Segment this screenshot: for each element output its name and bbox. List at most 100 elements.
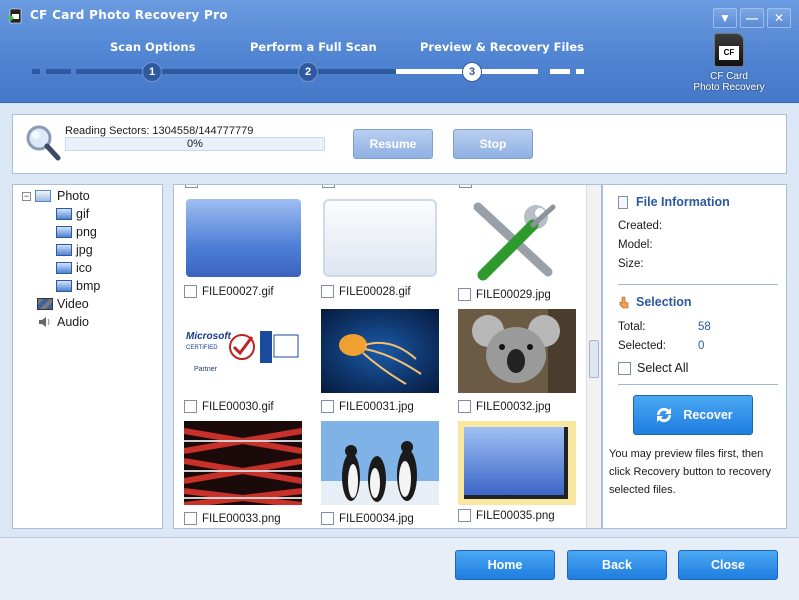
model-label: Model: — [618, 239, 653, 251]
close-window-button[interactable]: ✕ — [767, 8, 791, 28]
model-row: Model: — [618, 239, 653, 251]
file-name: FILE00035.png — [476, 509, 555, 522]
folder-icon — [35, 190, 51, 202]
file-name: FILE00034.jpg — [339, 512, 414, 525]
thumbnail-penguins[interactable] — [321, 421, 439, 505]
file-name: FILE00027.gif — [202, 285, 274, 298]
file-checkbox[interactable] — [184, 512, 197, 525]
file-preview-grid: FILE00027.gif FILE00028.gif FILE00029.jp… — [173, 184, 602, 529]
file-checkbox[interactable] — [321, 400, 334, 413]
file-item[interactable]: FILE00033.png — [183, 421, 303, 525]
thumbnail-tools[interactable] — [458, 197, 576, 281]
progress-track-segment — [576, 69, 584, 74]
selected-label: Selected: — [618, 340, 666, 352]
thumbnail-light-panel[interactable] — [321, 197, 439, 281]
resume-button[interactable]: Resume — [353, 129, 433, 159]
tree-label-png: png — [76, 225, 97, 239]
total-label: Total: — [618, 321, 646, 333]
recover-button[interactable]: Recover — [633, 395, 753, 435]
thumbnail-certification-logos[interactable]: Microsoft CERTIFIED Partner — [184, 309, 302, 393]
menu-dropdown-button[interactable]: ▼ — [713, 8, 737, 28]
tree-node-jpg[interactable]: jpg — [13, 241, 162, 259]
home-button[interactable]: Home — [455, 550, 555, 580]
checkbox[interactable] — [459, 185, 472, 188]
video-icon — [37, 298, 53, 310]
cf-card-label: CF — [719, 46, 739, 60]
file-type-tree: − Photo gif png jpg ico bmp Video Audio — [12, 184, 163, 529]
tree-node-bmp[interactable]: bmp — [13, 277, 162, 295]
progress-track-segment — [550, 69, 570, 74]
tree-node-video[interactable]: Video — [13, 295, 162, 313]
svg-text:Partner: Partner — [194, 366, 218, 373]
tree-label-audio: Audio — [57, 315, 89, 329]
tree-node-audio[interactable]: Audio — [13, 313, 162, 331]
file-checkbox[interactable] — [184, 400, 197, 413]
file-item[interactable]: FILE00034.jpg — [321, 421, 439, 525]
created-label: Created: — [618, 220, 663, 232]
logo-line-2: Photo Recovery — [693, 82, 765, 93]
svg-text:Microsoft: Microsoft — [186, 331, 232, 342]
file-item[interactable]: FILE00027.gif — [184, 197, 302, 298]
step-3-indicator: 3 — [462, 62, 482, 82]
thumbnail-blue-gradient[interactable] — [184, 197, 302, 281]
back-button[interactable]: Back — [567, 550, 667, 580]
tree-node-png[interactable]: png — [13, 223, 162, 241]
total-value: 58 — [698, 321, 711, 333]
divider — [618, 384, 778, 385]
tree-label-video: Video — [57, 297, 89, 311]
size-row: Size: — [618, 258, 644, 270]
progress-track-segment — [46, 69, 71, 74]
file-checkbox[interactable] — [184, 285, 197, 298]
svg-text:CERTIFIED: CERTIFIED — [186, 345, 218, 351]
file-checkbox[interactable] — [458, 288, 471, 301]
tree-node-ico[interactable]: ico — [13, 259, 162, 277]
thumbnail-blue-box[interactable] — [458, 421, 576, 505]
file-item[interactable]: FILE00031.jpg — [321, 309, 439, 413]
stop-button[interactable]: Stop — [453, 129, 533, 159]
thumbnail-red-pattern[interactable] — [183, 421, 303, 508]
window-controls: ▼ — ✕ — [713, 8, 791, 28]
file-item[interactable]: FILE00029.jpg — [458, 197, 576, 301]
scrollbar-thumb[interactable] — [589, 340, 599, 378]
step-label-scan-options: Scan Options — [110, 40, 196, 54]
close-button[interactable]: Close — [678, 550, 778, 580]
thumbnail-koala[interactable] — [458, 309, 576, 393]
thumbnail-jellyfish[interactable] — [321, 309, 439, 393]
file-name: FILE00032.jpg — [476, 400, 551, 413]
total-row: Total: 58 — [618, 321, 711, 333]
minimize-button[interactable]: — — [740, 8, 764, 28]
recover-label: Recover — [683, 408, 733, 422]
file-item[interactable]: FILE00032.jpg — [458, 309, 576, 413]
image-icon — [56, 208, 72, 220]
select-all-option[interactable]: Select All — [618, 361, 688, 375]
checkbox[interactable] — [322, 185, 335, 188]
tree-node-gif[interactable]: gif — [13, 205, 162, 223]
tree-node-photo[interactable]: − Photo — [13, 187, 162, 205]
file-item[interactable]: Microsoft CERTIFIED Partner FILE00030.gi… — [184, 309, 302, 413]
created-row: Created: — [618, 220, 662, 232]
file-checkbox[interactable] — [321, 512, 334, 525]
grid-scrollbar[interactable] — [586, 185, 601, 528]
size-label: Size: — [618, 258, 644, 270]
file-checkbox[interactable] — [458, 509, 471, 522]
scan-progress-panel: Reading Sectors: 1304558/144777779 0% Re… — [12, 114, 787, 174]
image-icon — [56, 262, 72, 274]
collapse-toggle[interactable]: − — [22, 191, 31, 201]
wizard-header: CF Card Photo Recovery Pro ▼ — ✕ Scan Op… — [0, 0, 799, 103]
tree-label-photo: Photo — [57, 189, 90, 203]
speaker-icon — [39, 317, 50, 327]
file-checkbox[interactable] — [321, 285, 334, 298]
file-information-title: File Information — [636, 195, 730, 209]
select-all-checkbox[interactable] — [618, 361, 631, 375]
image-icon — [56, 280, 72, 292]
file-name: FILE00030.gif — [202, 400, 274, 413]
reading-sectors-text: Reading Sectors: 1304558/144777779 — [65, 125, 254, 137]
checkbox[interactable] — [185, 185, 198, 188]
tree-label-bmp: bmp — [76, 279, 101, 293]
scan-progress-percent: 0% — [187, 138, 203, 150]
file-item[interactable]: FILE00035.png — [458, 421, 576, 522]
selected-value: 0 — [698, 340, 705, 352]
file-item[interactable]: FILE00028.gif — [321, 197, 439, 298]
progress-track-segment — [32, 69, 40, 74]
file-checkbox[interactable] — [458, 400, 471, 413]
